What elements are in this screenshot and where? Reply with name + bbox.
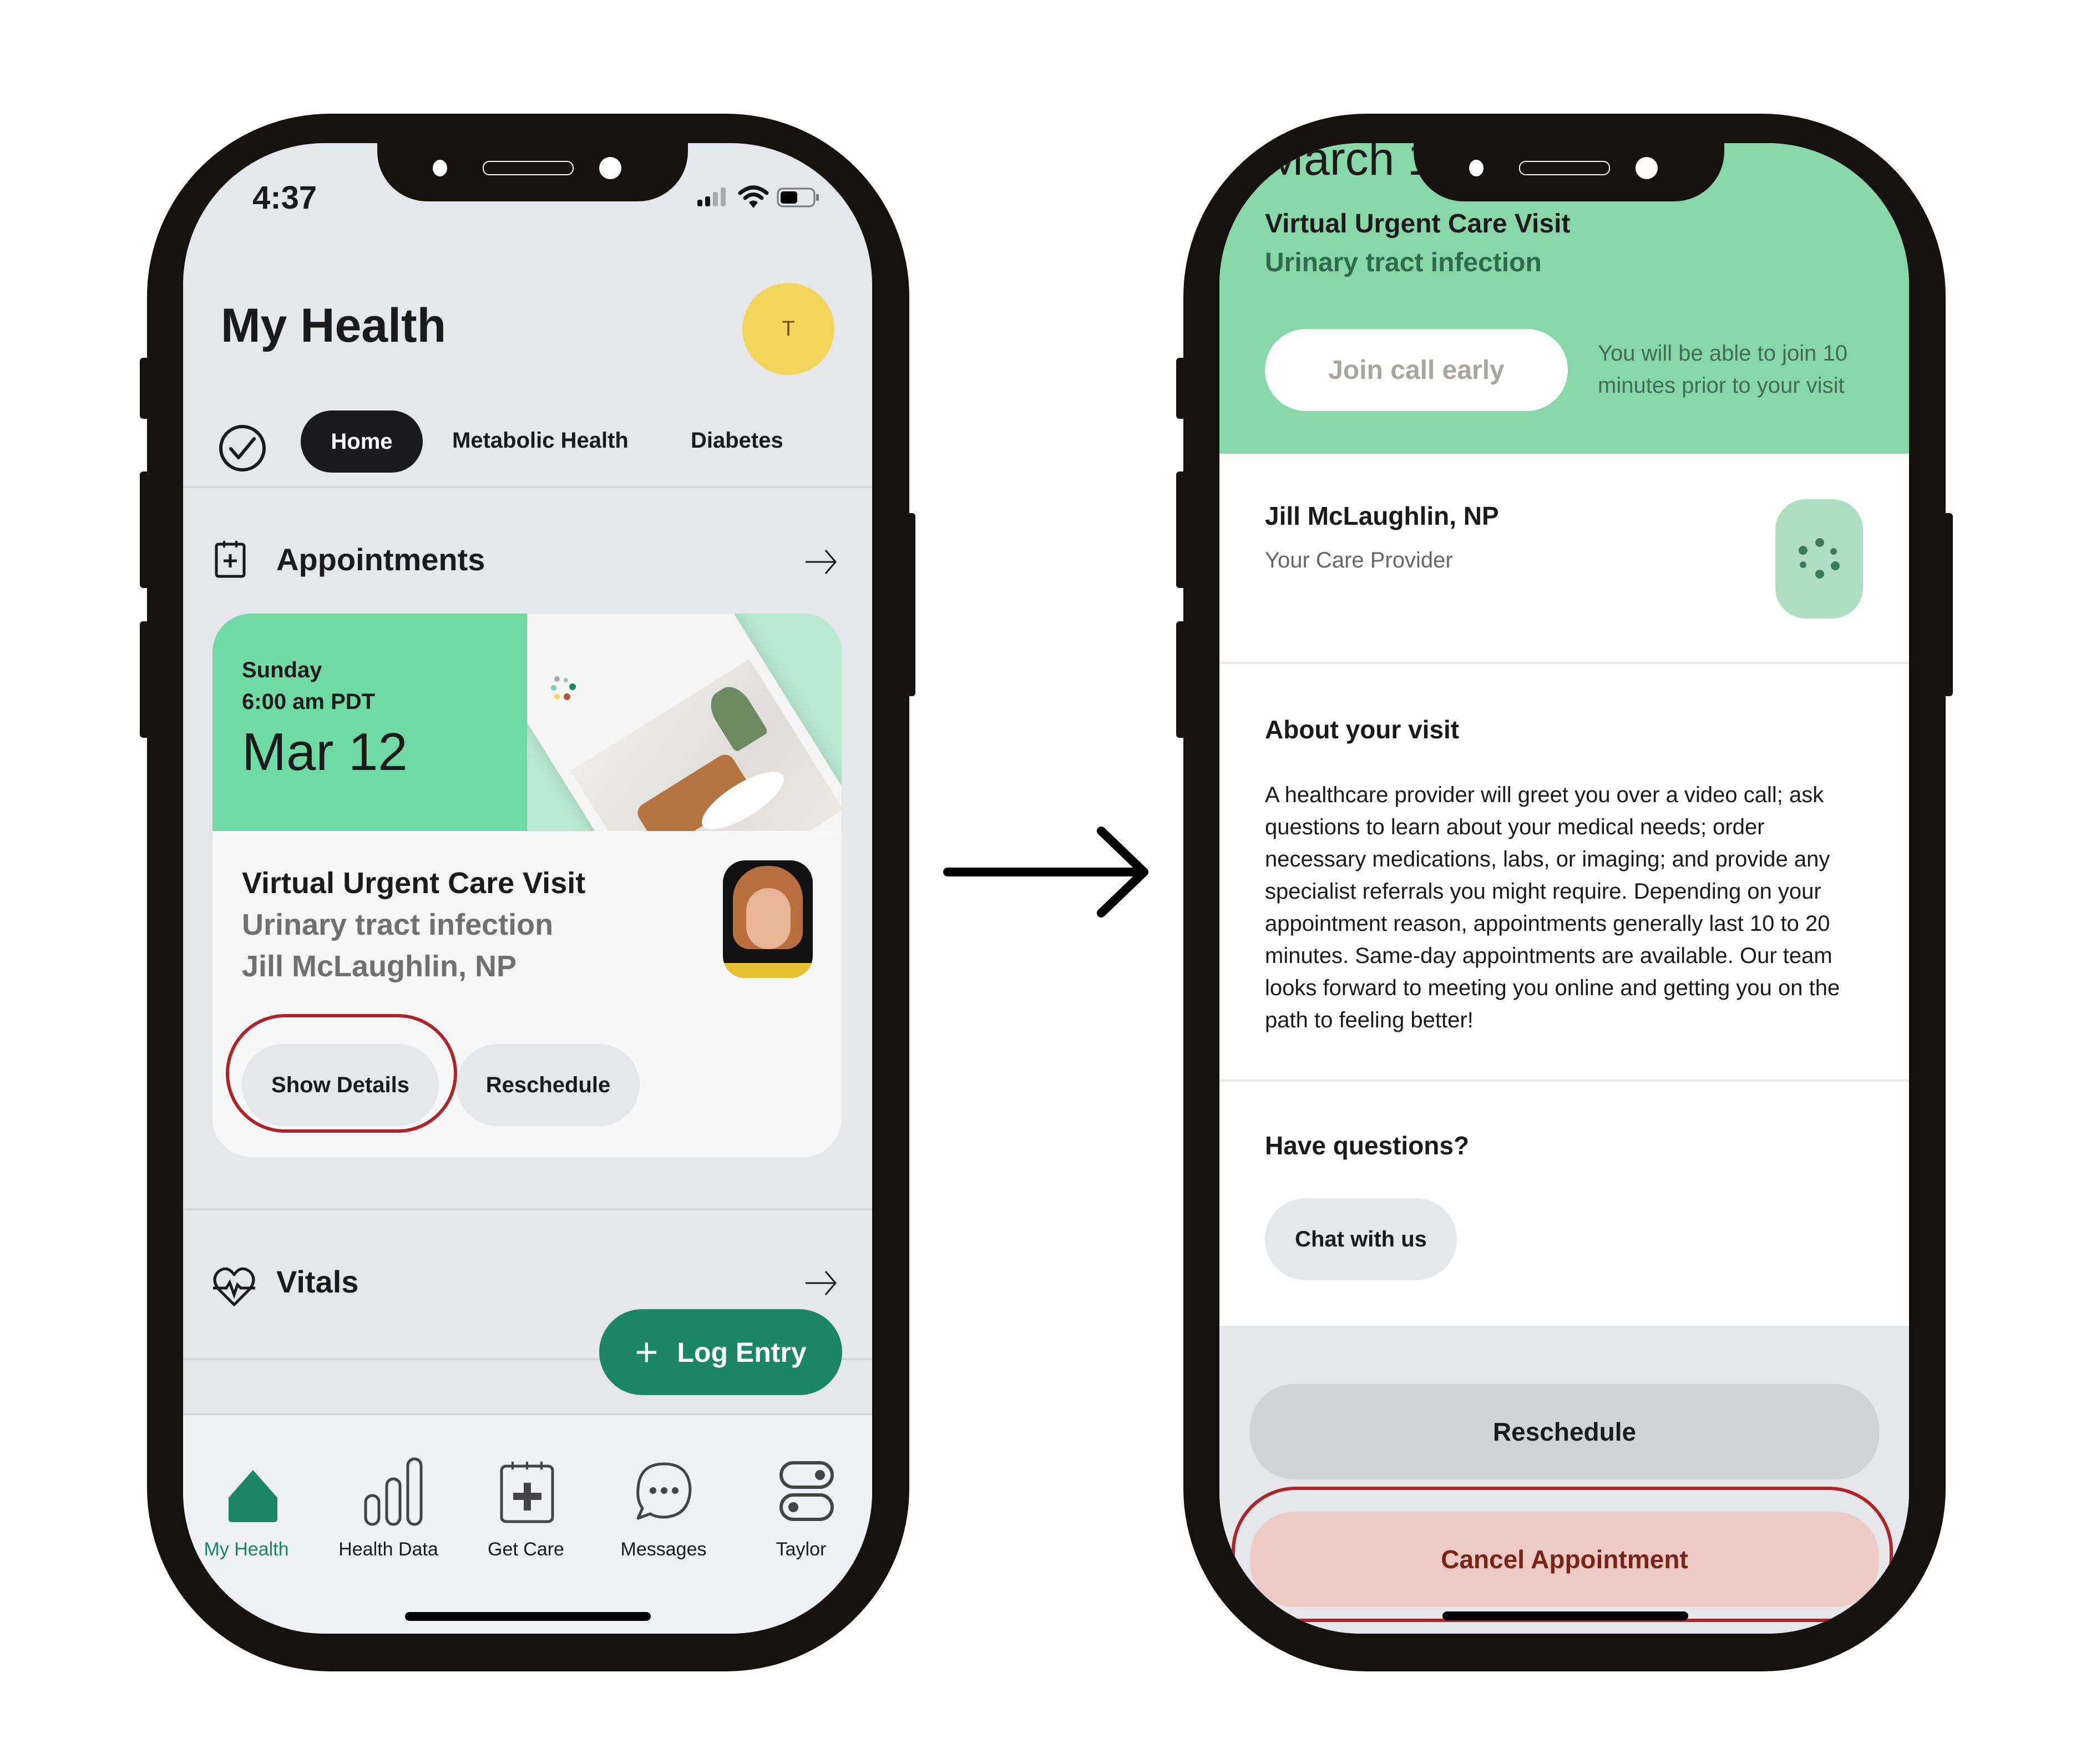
- provider-photo-face: [746, 888, 791, 949]
- left-phone-screen: 4:37 My Health T Home Metabolic Health D…: [183, 143, 872, 1634]
- avatar-initial: T: [782, 317, 795, 341]
- visit-reason: Urinary tract infection: [1265, 248, 1542, 277]
- home-indicator: [1442, 1611, 1688, 1620]
- tab-home[interactable]: Home: [301, 410, 423, 473]
- medical-calendar-icon: [499, 1461, 555, 1524]
- appointments-section-title: Appointments: [276, 542, 485, 577]
- appointment-date: Mar 12: [242, 722, 408, 782]
- about-visit-title: About your visit: [1265, 715, 1460, 744]
- join-call-early-button[interactable]: Join call early: [1265, 329, 1568, 411]
- status-time: 4:37: [252, 180, 317, 216]
- tab-metabolic-health[interactable]: Metabolic Health: [452, 428, 629, 453]
- vitals-arrow-icon[interactable]: [804, 1269, 838, 1297]
- front-camera: [1636, 157, 1658, 179]
- right-phone-screen: March 12 Virtual Urgent Care Visit Urina…: [1219, 143, 1909, 1634]
- bar-chart-icon: [363, 1457, 424, 1526]
- vitals-heart-icon: [212, 1264, 256, 1308]
- join-call-note: You will be able to join 10 minutes prio…: [1598, 341, 1847, 398]
- bottom-actions-panel: Reschedule Cancel Appointment: [1219, 1326, 1909, 1634]
- illustration-phone: [527, 614, 842, 831]
- left-phone-notch: [377, 143, 688, 201]
- tab-bar-messages[interactable]: Messages: [597, 1415, 730, 1581]
- tab-bar-health-data[interactable]: Health Data: [322, 1415, 455, 1581]
- tab-bar-label: My Health: [204, 1539, 289, 1560]
- appointments-arrow-icon[interactable]: [804, 548, 838, 576]
- chat-with-us-button[interactable]: Chat with us: [1265, 1198, 1457, 1280]
- home-icon: [226, 1468, 280, 1523]
- signal-icon: [696, 187, 730, 206]
- provider-name: Jill McLaughlin, NP: [1265, 501, 1499, 530]
- loading-dots-icon: [1799, 538, 1840, 579]
- appointments-divider: [183, 1208, 872, 1210]
- provider-photo-collar: [723, 963, 813, 978]
- about-divider: [1219, 1079, 1909, 1082]
- appointments-calendar-icon: [214, 540, 247, 579]
- toggles-icon: [779, 1461, 834, 1522]
- provider-role: Your Care Provider: [1265, 548, 1453, 572]
- transition-arrow-icon: [943, 827, 1154, 921]
- tab-bar-label: Messages: [620, 1539, 707, 1560]
- battery-icon: [777, 187, 821, 207]
- appointment-provider: Jill McLaughlin, NP: [242, 950, 517, 983]
- plus-icon: +: [635, 1330, 659, 1375]
- front-sensor: [433, 160, 447, 176]
- card-illustration: [527, 614, 842, 831]
- illustration-logo-dots: [549, 675, 583, 702]
- bottom-tab-bar: My Health Health Data Get Care Messages …: [183, 1413, 872, 1634]
- tab-bar-taylor[interactable]: Taylor: [735, 1415, 868, 1581]
- tab-bar-my-health[interactable]: My Health: [183, 1415, 316, 1581]
- tab-bar-label: Get Care: [488, 1539, 564, 1560]
- front-sensor: [1469, 160, 1484, 176]
- log-entry-button[interactable]: + Log Entry: [599, 1309, 842, 1395]
- provider-divider: [1219, 662, 1909, 664]
- appointment-visit-type: Virtual Urgent Care Visit: [242, 866, 586, 900]
- tab-bar-label: Taylor: [776, 1539, 827, 1560]
- tab-bar-get-care[interactable]: Get Care: [459, 1415, 593, 1581]
- chat-bubble-icon: [634, 1461, 695, 1522]
- checklist-icon[interactable]: [217, 423, 267, 473]
- appointment-reason: Urinary tract infection: [242, 908, 554, 941]
- cancel-appointment-highlight: [1232, 1487, 1893, 1622]
- appointment-time: 6:00 am PDT: [242, 690, 376, 714]
- right-phone-notch: [1414, 143, 1724, 201]
- have-questions-title: Have questions?: [1265, 1131, 1470, 1160]
- join-call-label: Join call early: [1328, 355, 1505, 385]
- appointment-day: Sunday: [242, 658, 322, 682]
- tabs-divider: [183, 486, 872, 488]
- provider-photo: [723, 860, 813, 978]
- log-entry-label: Log Entry: [677, 1336, 807, 1368]
- visit-type: Virtual Urgent Care Visit: [1265, 209, 1571, 239]
- illustration-room-photo: [570, 659, 842, 831]
- wifi-icon: [738, 185, 769, 209]
- about-visit-body: A healthcare provider will greet you ove…: [1265, 783, 1840, 1032]
- page-title: My Health: [221, 299, 447, 352]
- reschedule-full-button[interactable]: Reschedule: [1250, 1384, 1879, 1479]
- provider-avatar-placeholder[interactable]: [1775, 499, 1863, 619]
- illustration-plant: [703, 680, 769, 753]
- earpiece-speaker: [1519, 161, 1610, 175]
- vitals-section-title: Vitals: [276, 1264, 359, 1299]
- earpiece-speaker: [483, 161, 574, 175]
- show-details-highlight: [226, 1014, 457, 1133]
- home-indicator: [405, 1612, 651, 1621]
- reschedule-button[interactable]: Reschedule: [457, 1044, 640, 1126]
- profile-avatar[interactable]: T: [742, 283, 834, 375]
- tab-bar-label: Health Data: [338, 1539, 438, 1560]
- tab-diabetes[interactable]: Diabetes: [691, 428, 783, 453]
- front-camera: [599, 157, 621, 179]
